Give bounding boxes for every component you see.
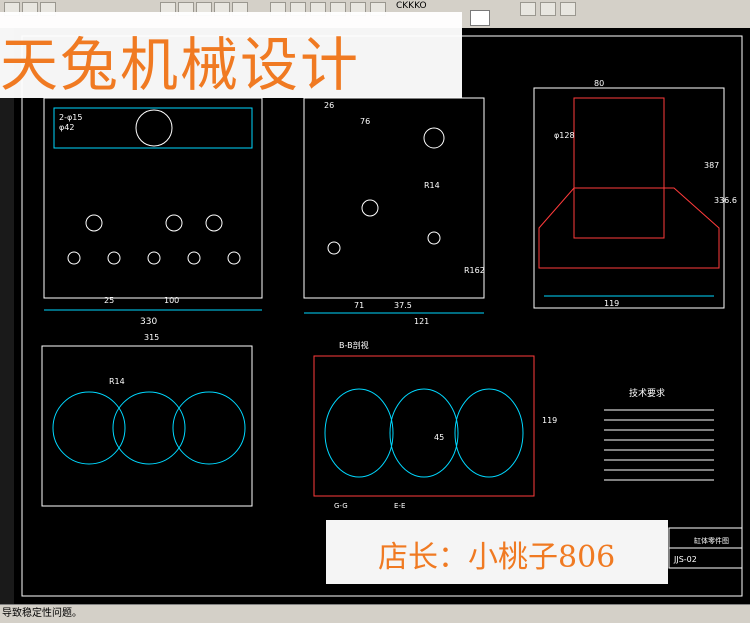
dim-text: 121 — [414, 317, 429, 326]
section-title: B-B剖视 — [339, 340, 369, 350]
dim-text: 26 — [324, 101, 334, 110]
dim-text: 119 — [604, 299, 619, 308]
dim-text: 25 — [104, 296, 114, 305]
layer-dropdown[interactable] — [470, 10, 490, 26]
dim-text: 45 — [434, 433, 444, 442]
tech-notes — [604, 409, 714, 481]
title-block-name: 缸体零件图 — [694, 536, 729, 545]
status-text: 导致稳定性问题。 — [2, 608, 82, 619]
view-top-middle — [303, 97, 485, 314]
drawing-frame — [21, 35, 743, 597]
toolbar-button[interactable] — [540, 2, 556, 16]
dim-text: 71 — [354, 301, 364, 310]
cad-drawing: 330 25 100 φ42 2-φ15 76 26 R14 71 37.5 1… — [21, 35, 743, 597]
status-bar: 导致稳定性问题。 — [0, 604, 750, 623]
section-label: E-E — [394, 502, 405, 510]
dim-text: 119 — [542, 416, 557, 425]
title-block-code: JJS-02 — [673, 555, 697, 564]
watermark-text-top: 天兔机械设计 — [0, 31, 361, 99]
dim-text: 336.6 — [714, 196, 737, 205]
view-bottom-left — [41, 345, 253, 507]
dim-text: R14 — [109, 377, 125, 386]
dim-text: 37.5 — [394, 301, 412, 310]
watermark-text-bottom: 店长：小桃子806 — [378, 540, 616, 575]
watermark-banner-top: 天兔机械设计 — [0, 12, 462, 99]
dim-text: φ128 — [554, 131, 575, 140]
dim-text: 330 — [140, 317, 157, 327]
dim-text: R162 — [464, 266, 485, 275]
toolbar-button[interactable] — [520, 2, 536, 16]
view-top-right — [533, 87, 725, 309]
tech-title: 技术要求 — [629, 387, 665, 399]
dim-text: 387 — [704, 161, 719, 170]
drawing-canvas[interactable]: 330 25 100 φ42 2-φ15 76 26 R14 71 37.5 1… — [14, 28, 750, 604]
dim-text: 80 — [594, 79, 604, 88]
layer-name: CKKKO — [396, 1, 427, 11]
watermark-banner-bottom: 店长：小桃子806 — [326, 520, 668, 584]
toolbar-button[interactable] — [560, 2, 576, 16]
dim-text: 315 — [144, 333, 159, 342]
view-bottom-middle — [313, 355, 535, 497]
view-top-left — [43, 97, 263, 311]
dim-text: 2-φ15 — [59, 113, 82, 122]
dim-text: R14 — [424, 181, 440, 190]
section-label: G-G — [334, 502, 348, 510]
left-rail — [0, 28, 14, 604]
dim-text: 76 — [360, 117, 370, 126]
dim-text: 100 — [164, 296, 179, 305]
dim-text: φ42 — [59, 123, 74, 132]
